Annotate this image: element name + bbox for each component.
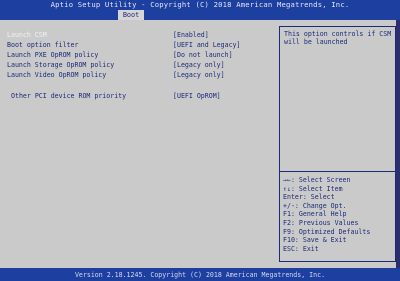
settings-panel: Launch CSM [Enabled] Boot option filter … <box>0 20 279 268</box>
key-select-item: ↑↓: Select Item <box>283 184 343 193</box>
setting-value[interactable]: [Do not launch] <box>173 51 233 59</box>
key-save-exit: F10: Save & Exit <box>283 236 347 245</box>
footer-copyright: Version 2.18.1245. Copyright (C) 2018 Am… <box>74 271 326 279</box>
key-change-option: +/-: Change Opt. <box>283 201 347 210</box>
help-panel: This option controls if CSM will be laun… <box>280 26 396 262</box>
key-general-help: F1: General Help <box>283 210 347 219</box>
help-divider <box>280 171 395 172</box>
bios-screen: Launch CSM [Enabled] Boot option filter … <box>0 20 396 268</box>
setting-label: Launch PXE OpROM policy <box>7 51 99 59</box>
tab-boot[interactable]: Boot <box>118 10 144 20</box>
setting-value[interactable]: [UEFI and Legacy] <box>173 41 241 49</box>
app-title: Aptio Setup Utility - Copyright (C) 2018… <box>50 0 350 9</box>
setting-label: Other PCI device ROM priority <box>11 92 127 100</box>
key-enter-select: Enter: Select <box>283 193 335 202</box>
setting-label: Launch Storage OpROM policy <box>7 61 115 69</box>
setting-label: Launch CSM <box>7 31 47 39</box>
key-select-screen: →←: Select Screen <box>283 176 351 184</box>
help-text: This option controls if CSM will be laun… <box>284 30 392 46</box>
setting-value[interactable]: [Enabled] <box>173 31 209 39</box>
setting-value[interactable]: [UEFI OpROM] <box>173 92 221 100</box>
key-legend: →←: Select Screen ↑↓: Select Item Enter:… <box>283 176 370 253</box>
key-optimized-defaults: F9: Optimized Defaults <box>283 227 371 236</box>
setting-label: Boot option filter <box>7 41 79 49</box>
setting-label: Launch Video OpROM policy <box>7 71 107 79</box>
setting-value[interactable]: [Legacy only] <box>173 71 225 79</box>
setting-value[interactable]: [Legacy only] <box>173 61 225 69</box>
key-exit: ESC: Exit <box>283 244 319 253</box>
key-previous-values: F2: Previous Values <box>283 218 359 227</box>
